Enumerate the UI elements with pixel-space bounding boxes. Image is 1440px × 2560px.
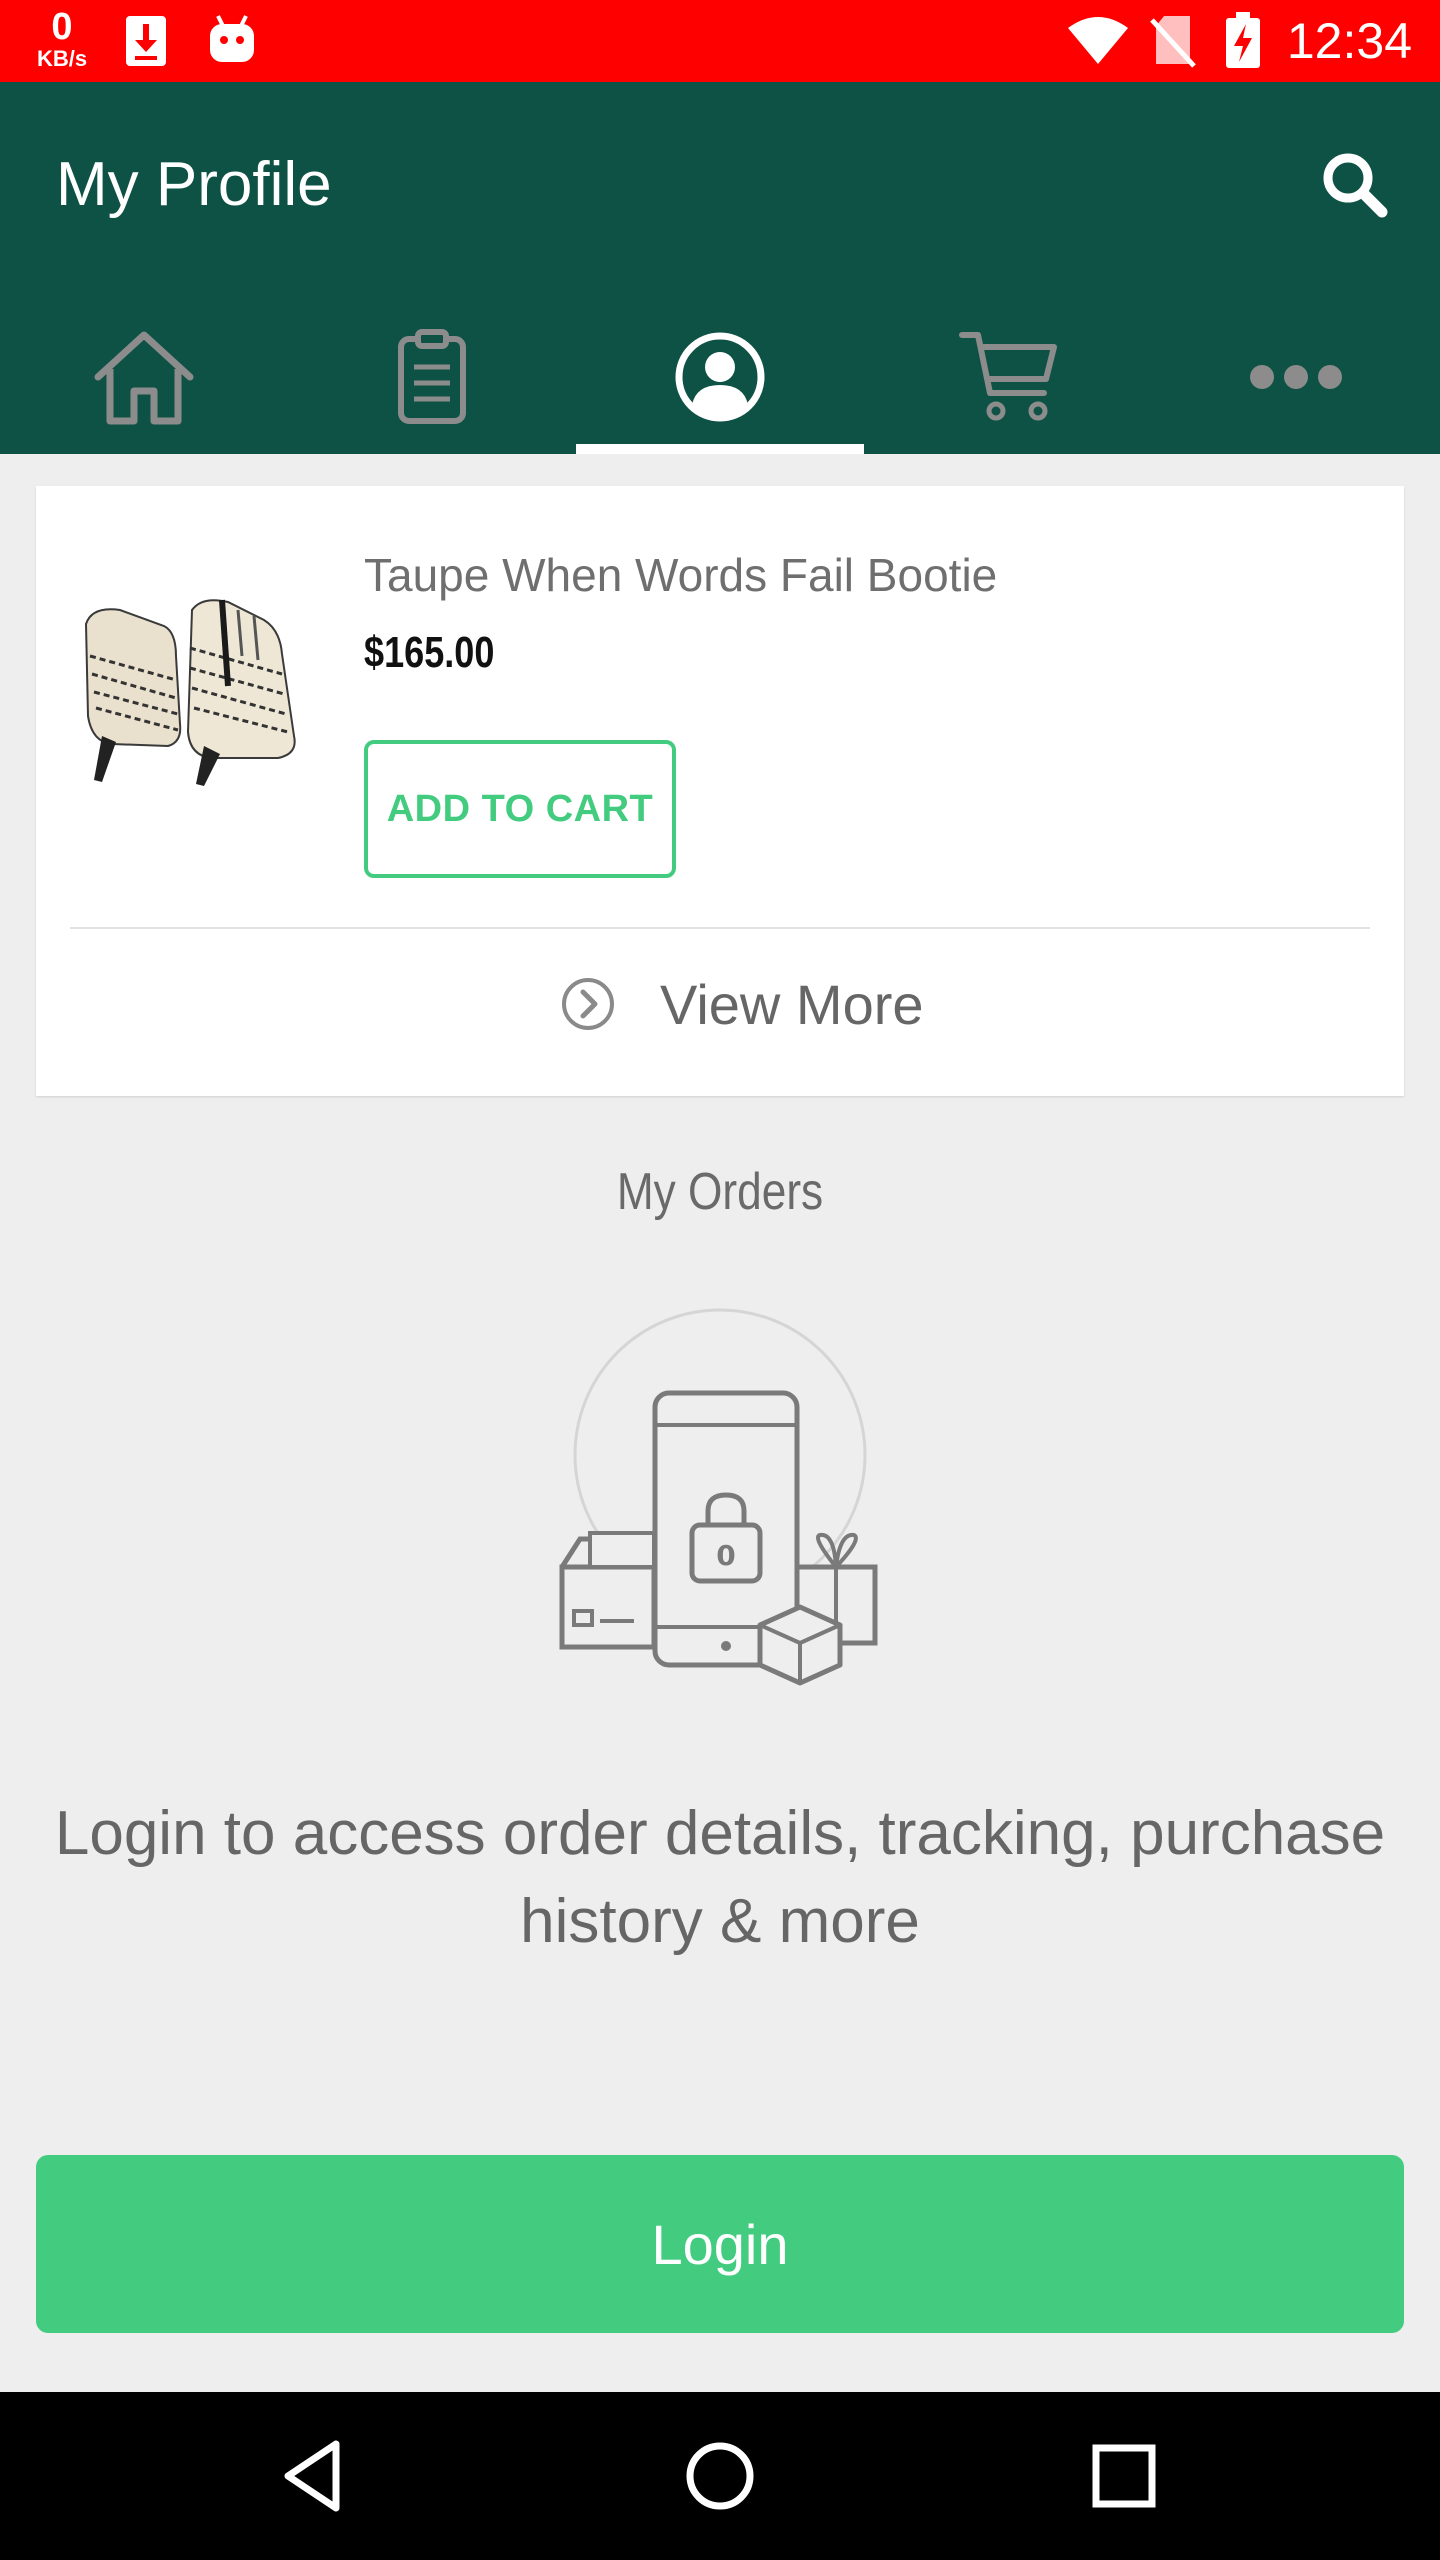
view-more-label: View More	[660, 972, 924, 1036]
product-image[interactable]	[72, 596, 312, 786]
tab-profile[interactable]	[576, 300, 864, 454]
home-circle-icon[interactable]	[680, 2436, 760, 2516]
clock: 12:34	[1286, 13, 1412, 69]
orders-illustration: 0	[559, 1308, 878, 1686]
page-title: My Profile	[56, 150, 332, 219]
login-prompt-message: Login to access order details, tracking,…	[54, 1799, 1386, 1956]
tab-orders[interactable]	[288, 300, 576, 454]
selected-tab-indicator	[576, 444, 864, 454]
download-icon	[126, 16, 166, 66]
status-bar: 0 KB/s 12:34	[0, 0, 1440, 82]
product-name[interactable]: Taupe When Words Fail Bootie	[364, 546, 997, 604]
wifi-icon	[1068, 17, 1128, 64]
search-icon[interactable]	[1318, 148, 1390, 220]
tab-home[interactable]	[0, 300, 288, 454]
orders-heading: My Orders	[616, 1163, 824, 1221]
search-button[interactable]	[1318, 148, 1390, 220]
login-button[interactable]: Login	[36, 2155, 1404, 2333]
cart-icon	[959, 332, 1057, 421]
network-speed-unit: KB/s	[36, 46, 88, 71]
network-speed-value: 0	[51, 6, 73, 48]
product-price: $165.00	[364, 628, 495, 677]
card-divider	[70, 927, 1370, 929]
chevron-right-circle-icon	[562, 978, 614, 1030]
add-to-cart-button[interactable]: ADD TO CART	[364, 740, 676, 878]
battery-charging-icon	[1226, 12, 1260, 68]
profile-icon	[675, 332, 765, 422]
no-sim-icon	[1150, 16, 1196, 68]
android-icon	[210, 15, 254, 62]
more-icon	[1250, 365, 1342, 389]
tab-more[interactable]	[1152, 300, 1440, 454]
back-icon[interactable]	[276, 2436, 356, 2516]
home-icon	[94, 331, 194, 425]
recents-icon[interactable]	[1084, 2436, 1164, 2516]
tab-cart[interactable]	[864, 300, 1152, 454]
view-more-button[interactable]: View More	[560, 964, 924, 1044]
clipboard-icon	[398, 329, 466, 424]
svg-text:0: 0	[716, 1539, 735, 1572]
network-speed: 0 KB/s	[30, 8, 94, 70]
